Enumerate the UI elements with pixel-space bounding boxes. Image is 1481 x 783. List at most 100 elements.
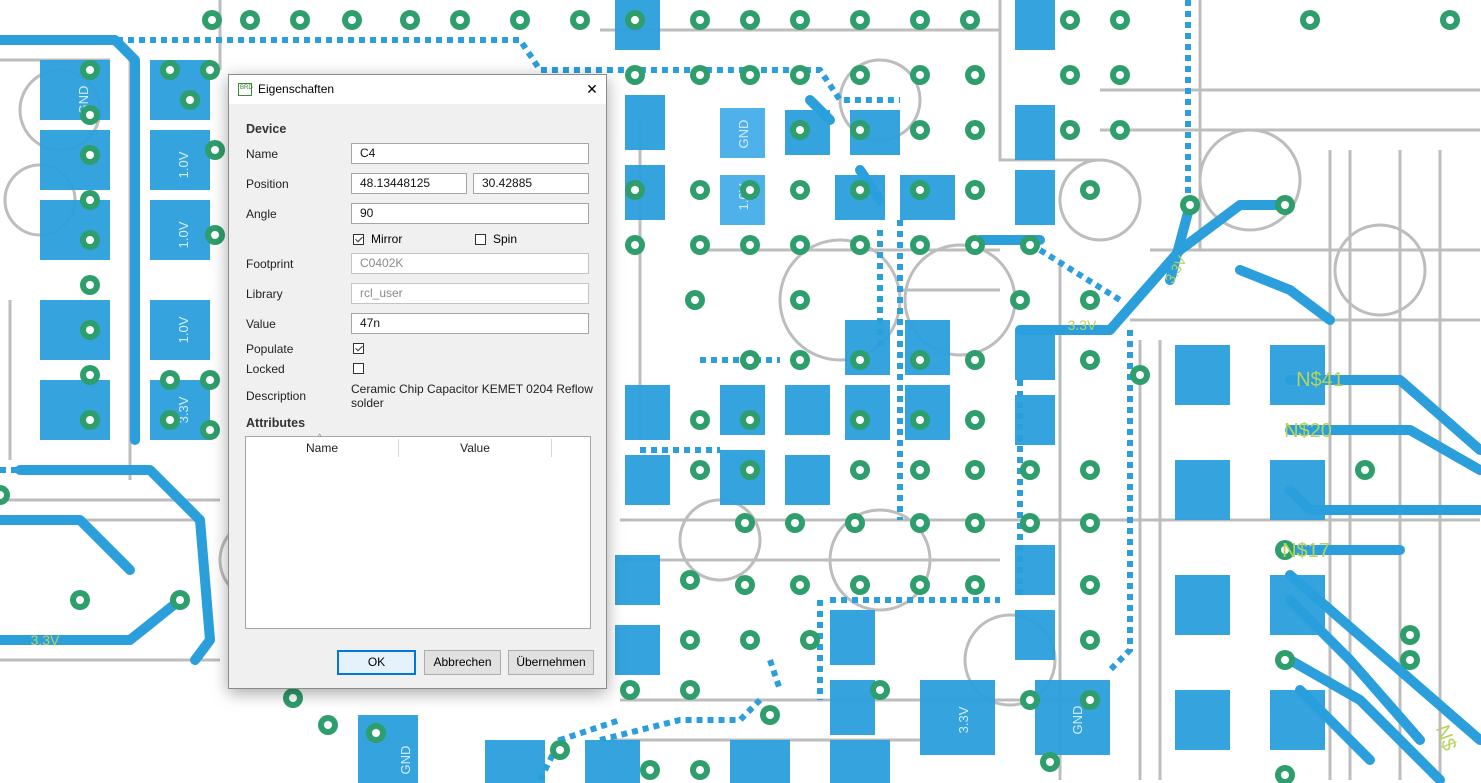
via-drill — [86, 281, 94, 289]
angle-field[interactable]: 90 — [351, 203, 589, 224]
cancel-button[interactable]: Abbrechen — [424, 650, 501, 675]
via-drill — [86, 66, 94, 74]
smd-pad — [40, 200, 110, 260]
via-drill — [1446, 16, 1454, 24]
copper-trace — [1235, 265, 1335, 325]
via-drill — [746, 186, 754, 194]
footprint-label: Footprint — [246, 257, 294, 271]
via-drill — [556, 746, 564, 754]
via-drill — [631, 71, 639, 79]
via-drill — [696, 16, 704, 24]
pad-label: 1.0V — [176, 316, 191, 343]
name-field[interactable]: C4 — [351, 143, 589, 164]
via-drill — [208, 16, 216, 24]
via-drill — [86, 111, 94, 119]
via-drill — [796, 16, 804, 24]
smd-pad — [625, 385, 670, 440]
via-drill — [796, 356, 804, 364]
dotted-copper-boundary — [1038, 247, 1122, 303]
spin-checkbox[interactable] — [475, 234, 486, 245]
via-drill — [76, 596, 84, 604]
pad-label: GND — [1070, 706, 1085, 735]
via-drill — [1066, 126, 1074, 134]
smd-pad — [905, 320, 950, 375]
via-drill — [916, 71, 924, 79]
smd-pad — [625, 455, 670, 505]
via-drill — [746, 356, 754, 364]
sort-indicator-icon: ^ — [318, 434, 322, 441]
via-drill — [916, 416, 924, 424]
via-drill — [686, 636, 694, 644]
smd-pad — [1015, 545, 1055, 595]
via-drill — [696, 241, 704, 249]
smd-pad — [730, 740, 790, 783]
via-drill — [971, 581, 979, 589]
attributes-table[interactable]: Name Value ^ — [245, 434, 591, 629]
smd-pad — [845, 320, 890, 375]
pcb-layout-canvas[interactable]: GND1.0V1.0V1.0V1.0VGND3.3VGNDGND3.3V 3.3… — [0, 0, 1481, 783]
net-label: N$20 — [1284, 420, 1332, 442]
via-drill — [1281, 201, 1289, 209]
via-drill — [211, 146, 219, 154]
via-drill — [289, 694, 297, 702]
spin-label: Spin — [493, 232, 518, 246]
populate-checkbox[interactable] — [353, 343, 364, 354]
net-label: 3.3V — [31, 632, 60, 648]
via-drill — [856, 466, 864, 474]
via-drill — [856, 186, 864, 194]
locked-checkbox[interactable] — [353, 363, 364, 374]
position-y-field[interactable]: 30.42885 — [473, 173, 589, 194]
close-icon[interactable]: ✕ — [579, 76, 605, 102]
via-drill — [916, 241, 924, 249]
via-drill — [916, 186, 924, 194]
smd-pad — [830, 610, 875, 665]
via-drill — [746, 71, 754, 79]
via-drill — [1086, 696, 1094, 704]
net-label: N$ — [1431, 722, 1460, 754]
ok-button[interactable]: OK — [337, 650, 416, 675]
smd-pad — [585, 740, 640, 783]
via-drill — [851, 519, 859, 527]
smd-pad — [1175, 575, 1230, 635]
smd-pad — [785, 455, 830, 505]
smd-pad — [900, 175, 955, 220]
via-drill — [516, 16, 524, 24]
smd-pad — [720, 450, 765, 505]
apply-button[interactable]: Übernehmen — [508, 650, 594, 675]
via-drill — [86, 326, 94, 334]
via-drill — [971, 126, 979, 134]
dialog-titlebar: BRD Eigenschaften ✕ — [229, 75, 606, 104]
via-drill — [176, 596, 184, 604]
attr-col-name[interactable]: Name — [246, 437, 398, 459]
value-field[interactable]: 47n — [351, 313, 589, 334]
via-drill — [686, 686, 694, 694]
smd-pad — [1270, 575, 1325, 635]
smd-pad — [1175, 690, 1230, 750]
dialog-title: Eigenschaften — [258, 82, 335, 96]
mirror-label: Mirror — [371, 232, 403, 246]
via-drill — [1186, 201, 1194, 209]
position-x-field[interactable]: 48.13448125 — [351, 173, 467, 194]
smd-pad — [1270, 460, 1325, 520]
smd-pad — [625, 95, 665, 150]
via-drill — [746, 636, 754, 644]
net-label: 3.3V — [1068, 317, 1097, 333]
smd-pad — [1015, 395, 1055, 445]
via-drill — [916, 581, 924, 589]
via-drill — [1306, 16, 1314, 24]
via-drill — [916, 356, 924, 364]
smd-pad — [1015, 105, 1055, 160]
via-drill — [856, 16, 864, 24]
angle-label: Angle — [246, 207, 277, 221]
attr-col-value[interactable]: Value — [399, 437, 551, 459]
via-drill — [1281, 656, 1289, 664]
via-drill — [206, 66, 214, 74]
dotted-copper-boundary — [599, 697, 763, 743]
via-drill — [971, 71, 979, 79]
via-drill — [86, 236, 94, 244]
copper-trace — [0, 515, 135, 575]
value-label: Value — [246, 317, 276, 331]
via-drill — [686, 576, 694, 584]
mirror-checkbox[interactable] — [353, 234, 364, 245]
via-drill — [86, 196, 94, 204]
